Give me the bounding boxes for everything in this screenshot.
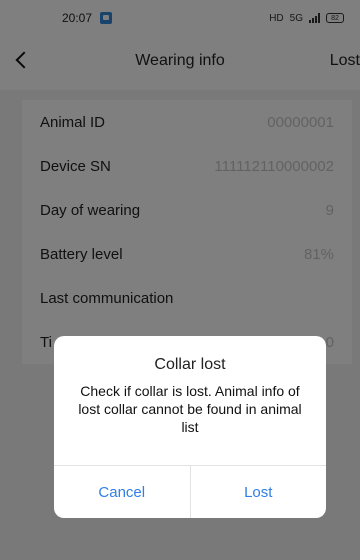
dialog-actions: Cancel Lost	[54, 465, 326, 518]
dialog-title: Collar lost	[154, 356, 226, 373]
dialog-message: Check if collar is lost. Animal info of …	[78, 383, 302, 435]
screen: 20:07 HD 5G 82 Wearing info Lost Animal …	[0, 0, 360, 560]
collar-lost-dialog: Collar lost Check if collar is lost. Ani…	[54, 336, 326, 518]
confirm-lost-button[interactable]: Lost	[189, 466, 327, 518]
cancel-button[interactable]: Cancel	[54, 466, 190, 518]
